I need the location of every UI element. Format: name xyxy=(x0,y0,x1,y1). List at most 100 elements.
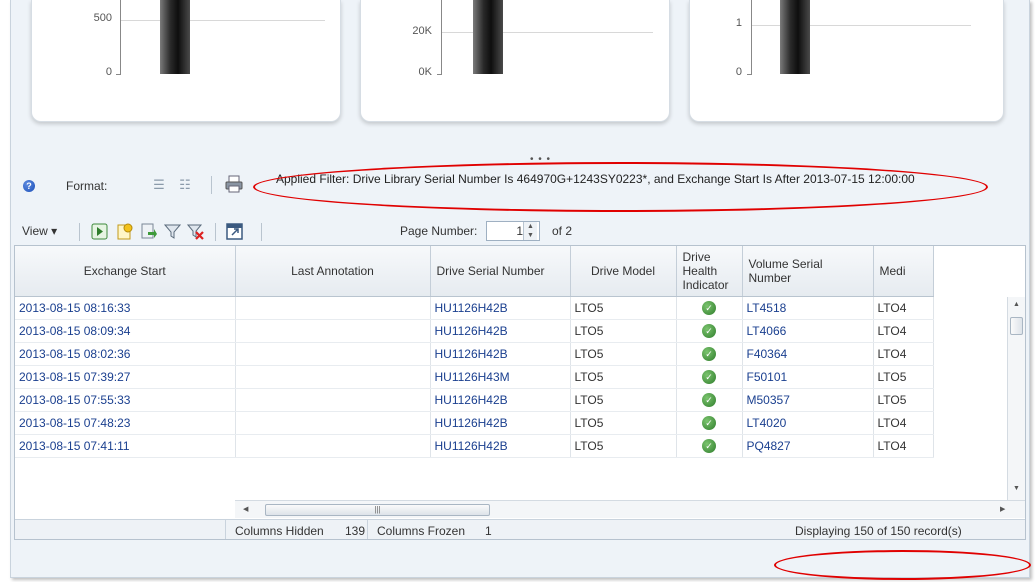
table-row[interactable]: 2013-08-15 07:39:27 HU1126H43M LTO5 ✓ F5… xyxy=(15,365,934,389)
y-tick: 0 xyxy=(105,66,112,78)
help-icon[interactable]: ? xyxy=(23,180,35,192)
exchange-start-cell[interactable]: 2013-08-15 07:41:11 xyxy=(15,434,236,458)
printer-icon[interactable] xyxy=(225,175,243,193)
drive-serial-cell[interactable]: HU1126H42B xyxy=(430,319,571,343)
page-stepper[interactable]: ▲ ▼ xyxy=(523,222,537,240)
column-header-media[interactable]: Medi xyxy=(873,246,934,297)
check-circle-icon: ✓ xyxy=(702,393,716,407)
column-header-drive-health[interactable]: Drive Health Indicator xyxy=(676,246,743,297)
table-row[interactable]: 2013-08-15 07:41:11 HU1126H42B LTO5 ✓ PQ… xyxy=(15,434,934,458)
volume-serial-cell[interactable]: M50357 xyxy=(742,388,874,412)
column-header-volume-serial[interactable]: Volume Serial Number xyxy=(742,246,874,297)
exchange-start-cell[interactable]: 2013-08-15 07:55:33 xyxy=(15,388,236,412)
table-row[interactable]: 2013-08-15 08:16:33 HU1126H42B LTO5 ✓ LT… xyxy=(15,296,934,320)
divider xyxy=(261,223,262,241)
drive-serial-cell[interactable]: HU1126H42B xyxy=(430,434,571,458)
annotation-cell xyxy=(235,342,431,366)
health-cell: ✓ xyxy=(676,342,743,366)
column-header-exchange-start[interactable]: Exchange Start xyxy=(15,246,236,297)
drive-model-cell: LTO5 xyxy=(570,411,677,435)
scroll-right-arrow-icon[interactable]: ▶ xyxy=(1000,505,1005,513)
table-row[interactable]: 2013-08-15 08:09:34 HU1126H42B LTO5 ✓ LT… xyxy=(15,319,934,343)
annotation-cell xyxy=(235,365,431,389)
media-cell: LTO5 xyxy=(873,365,934,389)
scroll-left-arrow-icon[interactable]: ◀ xyxy=(243,505,248,513)
table-toolbar: View ▾ Page Number: 1 ▲ ▼ of 2 xyxy=(14,219,1026,245)
drive-serial-cell[interactable]: HU1126H43M xyxy=(430,365,571,389)
drive-serial-cell[interactable]: HU1126H42B xyxy=(430,411,571,435)
health-cell: ✓ xyxy=(676,296,743,320)
status-bar: Columns Hidden 139 Columns Frozen 1 Disp… xyxy=(15,519,1025,539)
volume-serial-cell[interactable]: PQ4827 xyxy=(742,434,874,458)
y-axis xyxy=(441,0,442,75)
vertical-scroll-thumb[interactable] xyxy=(1010,317,1023,335)
check-circle-icon: ✓ xyxy=(702,416,716,430)
volume-serial-cell[interactable]: F40364 xyxy=(742,342,874,366)
column-header-last-annotation[interactable]: Last Annotation xyxy=(235,246,431,297)
export-icon[interactable] xyxy=(140,223,157,240)
drive-model-cell: LTO5 xyxy=(570,388,677,412)
media-cell: LTO4 xyxy=(873,296,934,320)
columns-hidden-label: Columns Hidden xyxy=(235,524,324,538)
page-total-label: of 2 xyxy=(552,224,573,238)
media-cell: LTO4 xyxy=(873,411,934,435)
columns-hidden-value: 139 xyxy=(345,524,366,538)
y-tick: 0 xyxy=(735,66,742,78)
vertical-scrollbar[interactable]: ▲ ▼ xyxy=(1007,297,1025,500)
divider xyxy=(79,223,80,241)
horizontal-scrollbar[interactable]: ◀ ||| ▶ xyxy=(235,500,1025,518)
view-menu-button[interactable]: View ▾ xyxy=(22,224,57,238)
health-cell: ✓ xyxy=(676,365,743,389)
table-row[interactable]: 2013-08-15 08:02:36 HU1126H42B LTO5 ✓ F4… xyxy=(15,342,934,366)
scroll-up-arrow-icon[interactable]: ▲ xyxy=(1013,301,1020,308)
exchange-start-cell[interactable]: 2013-08-15 08:16:33 xyxy=(15,296,236,320)
annotate-icon[interactable] xyxy=(116,223,133,240)
check-circle-icon: ✓ xyxy=(702,370,716,384)
y-axis xyxy=(120,0,121,75)
health-cell: ✓ xyxy=(676,411,743,435)
y-axis xyxy=(751,0,752,75)
health-cell: ✓ xyxy=(676,319,743,343)
column-header-drive-model[interactable]: Drive Model xyxy=(570,246,677,297)
y-tick: 0K xyxy=(418,66,432,78)
table-row[interactable]: 2013-08-15 07:48:23 HU1126H42B LTO5 ✓ LT… xyxy=(15,411,934,435)
y-tick: 500 xyxy=(93,12,112,24)
check-circle-icon: ✓ xyxy=(702,347,716,361)
drive-model-cell: LTO5 xyxy=(570,319,677,343)
chart-bar xyxy=(160,0,190,74)
x-axis xyxy=(116,74,121,75)
format-label: Format: xyxy=(66,179,108,193)
check-circle-icon: ✓ xyxy=(702,439,716,453)
y-tick: 20K xyxy=(412,25,432,37)
column-header-drive-serial[interactable]: Drive Serial Number xyxy=(430,246,571,297)
exchange-start-cell[interactable]: 2013-08-15 07:39:27 xyxy=(15,365,236,389)
filter-icon[interactable] xyxy=(163,223,182,240)
exchange-start-cell[interactable]: 2013-08-15 08:02:36 xyxy=(15,342,236,366)
volume-serial-cell[interactable]: LT4518 xyxy=(742,296,874,320)
exchange-start-cell[interactable]: 2013-08-15 08:09:34 xyxy=(15,319,236,343)
annotation-cell xyxy=(235,411,431,435)
detail-view-icon[interactable]: ☷ xyxy=(177,177,193,193)
annotation-cell xyxy=(235,296,431,320)
volume-serial-cell[interactable]: LT4020 xyxy=(742,411,874,435)
drive-serial-cell[interactable]: HU1126H42B xyxy=(430,296,571,320)
drive-model-cell: LTO5 xyxy=(570,365,677,389)
exchange-start-cell[interactable]: 2013-08-15 07:48:23 xyxy=(15,411,236,435)
health-cell: ✓ xyxy=(676,434,743,458)
list-view-icon[interactable]: ☰ xyxy=(151,177,167,193)
drive-serial-cell[interactable]: HU1126H42B xyxy=(430,388,571,412)
detach-icon[interactable] xyxy=(226,223,243,240)
page-number-label: Page Number: xyxy=(400,224,478,238)
chart-card-1: 500 0 xyxy=(31,0,341,122)
horizontal-scroll-thumb[interactable]: ||| xyxy=(265,504,490,516)
scroll-down-arrow-icon[interactable]: ▼ xyxy=(1013,485,1020,492)
columns-frozen-value: 1 xyxy=(485,524,492,538)
table-row[interactable]: 2013-08-15 07:55:33 HU1126H42B LTO5 ✓ M5… xyxy=(15,388,934,412)
run-icon[interactable] xyxy=(91,223,108,240)
gridline xyxy=(120,20,325,21)
drive-serial-cell[interactable]: HU1126H42B xyxy=(430,342,571,366)
clear-filter-icon[interactable] xyxy=(186,223,204,240)
volume-serial-cell[interactable]: LT4066 xyxy=(742,319,874,343)
columns-frozen-label: Columns Frozen xyxy=(377,524,466,538)
volume-serial-cell[interactable]: F50101 xyxy=(742,365,874,389)
